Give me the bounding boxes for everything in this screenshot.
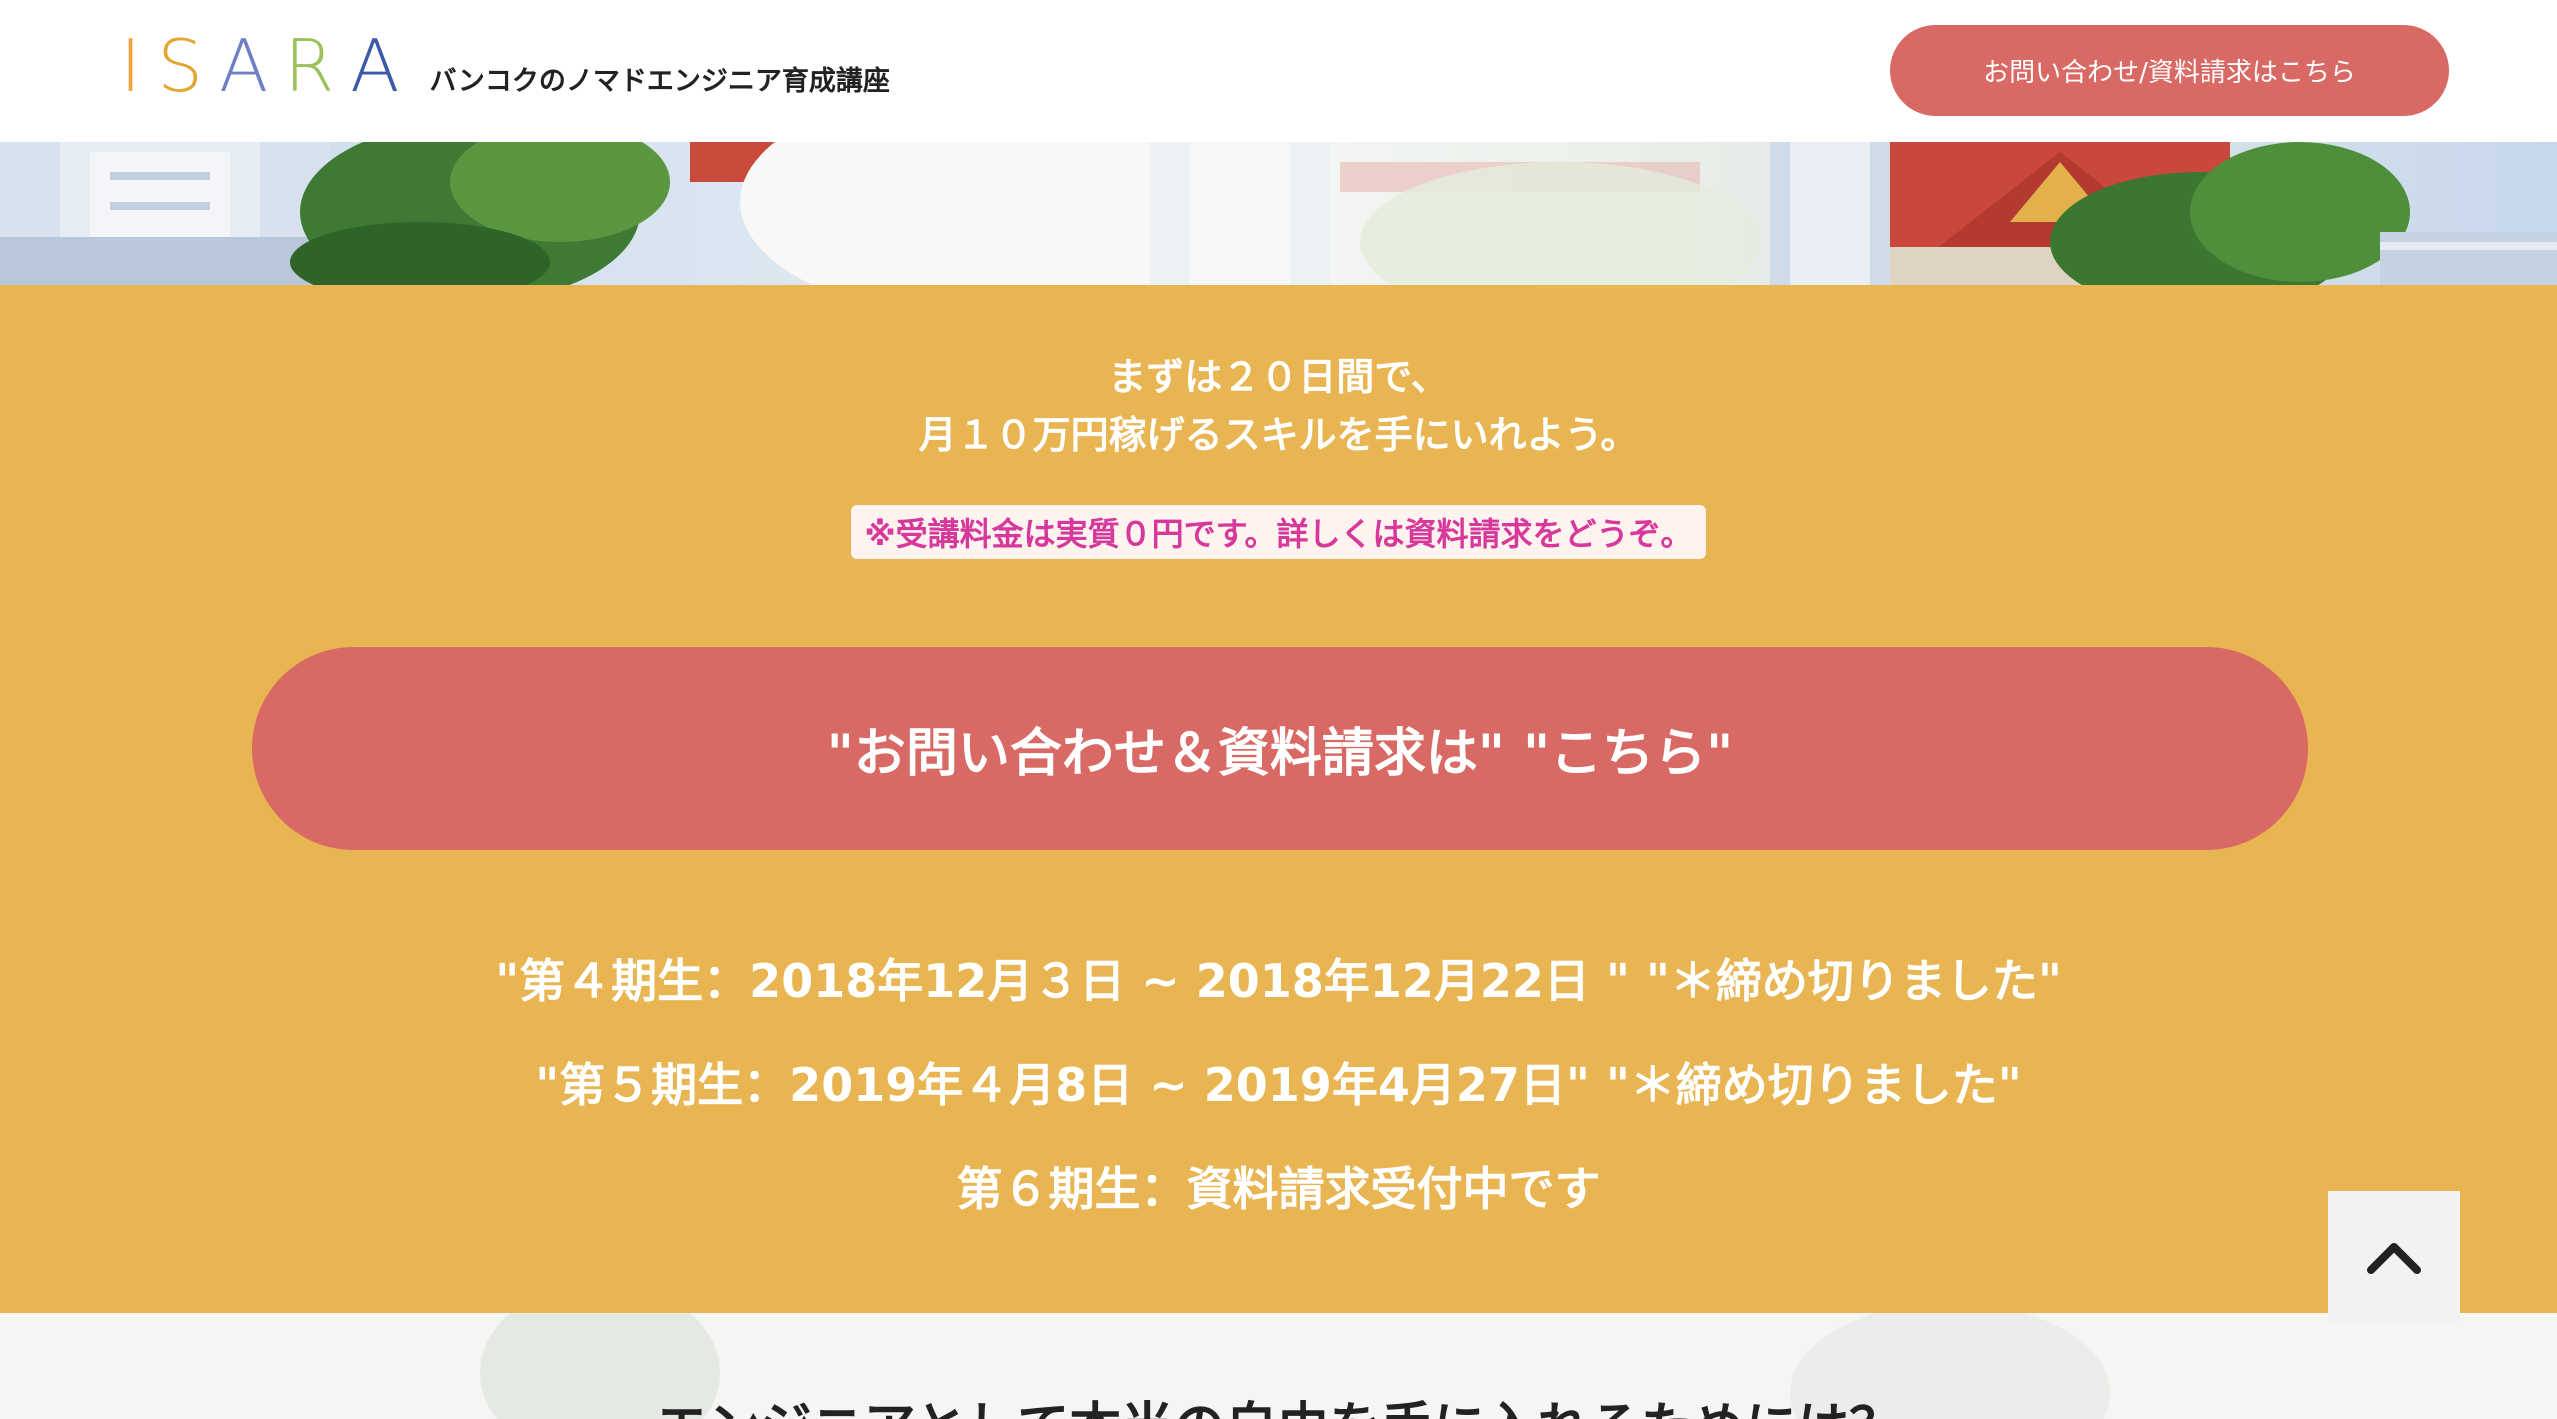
chevron-up-icon bbox=[2367, 1243, 2421, 1274]
logo[interactable]: I S A R A バンコクのノマドエンジニア育成講座 bbox=[120, 30, 890, 102]
scroll-top-button[interactable] bbox=[2328, 1191, 2460, 1323]
cta-band: まずは２０日間で、 月１０万円稼げるスキルを手にいれよう。 ※受講料金は実質０円… bbox=[0, 285, 2557, 1313]
temple-photo bbox=[0, 142, 2557, 285]
logo-letter-s: S bbox=[157, 24, 219, 108]
logo-letter-r: R bbox=[284, 24, 351, 108]
section-heading: エンジニアとして本当の自由を手に入れるためには？ bbox=[0, 1385, 2557, 1419]
next-section: エンジニアとして本当の自由を手に入れるためには？ bbox=[0, 1313, 2557, 1419]
fee-note: ※受講料金は実質０円です。詳しくは資料請求をどうぞ。 bbox=[850, 505, 1707, 559]
header-contact-button[interactable]: お問い合わせ/資料請求はこちら bbox=[1890, 25, 2449, 116]
hero-photo-strip bbox=[0, 142, 2557, 285]
logo-tagline: バンコクのノマドエンジニア育成講座 bbox=[429, 66, 890, 97]
logo-letter-i: I bbox=[120, 24, 158, 108]
lead-text-line-2: 月１０万円稼げるスキルを手にいれよう。 bbox=[918, 413, 1639, 457]
logo-mark: I S A R A bbox=[120, 30, 416, 102]
site-header: I S A R A バンコクのノマドエンジニア育成講座 お問い合わせ/資料請求は… bbox=[0, 0, 2557, 142]
logo-letter-a: A bbox=[218, 24, 285, 108]
term-6-schedule: 第６期生：資料請求受付中です bbox=[956, 1162, 1601, 1216]
term-4-schedule: "第４期生：2018年12月３日 ~ 2018年12月22日 " "＊締め切りま… bbox=[495, 954, 2062, 1008]
fee-note-wrapper: ※受講料金は実質０円です。詳しくは資料請求をどうぞ。 bbox=[0, 505, 2557, 559]
term-5-schedule: "第５期生：2019年４月8日 ~ 2019年4月27日" "＊締め切りました" bbox=[535, 1058, 2022, 1112]
lead-text-line-1: まずは２０日間で、 bbox=[1108, 355, 1449, 399]
logo-letter-a2: A bbox=[350, 24, 416, 108]
inquiry-request-button[interactable]: "お問い合わせ＆資料請求は" "こちら" bbox=[252, 647, 2308, 850]
